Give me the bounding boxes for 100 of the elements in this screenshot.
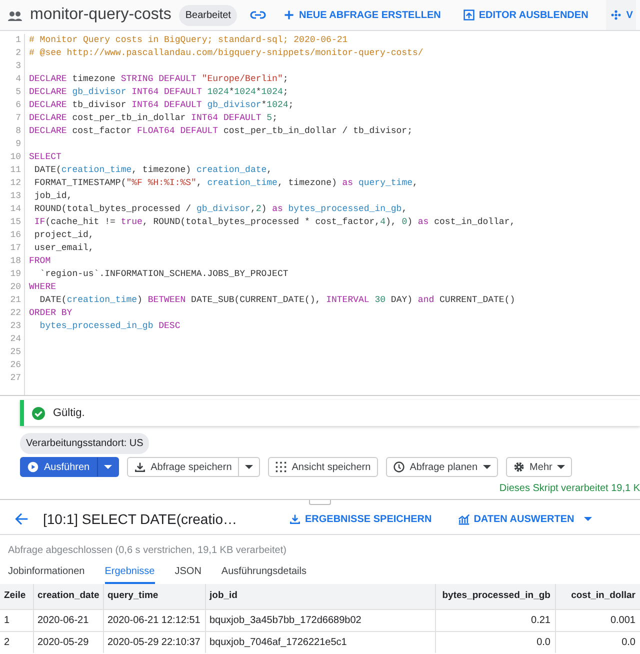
line-number: 26 xyxy=(9,359,21,372)
query-status: Abfrage abgeschlossen (0,6 s verstrichen, 19,1 KB verarbeitet) xyxy=(8,544,286,556)
script-info: Dieses Skript verarbeitet 19,1 K xyxy=(499,483,640,494)
column-header[interactable]: Zeile xyxy=(0,584,33,609)
line-number: 5 xyxy=(14,86,21,99)
code-line: # Monitor Query costs in BigQuery; standard-sql; 2020-06-21 xyxy=(28,34,349,47)
line-number: 12 xyxy=(9,177,21,190)
results-tab[interactable]: Ausführungsdetails xyxy=(221,561,306,584)
table-cell: 0.001 xyxy=(555,609,640,631)
run-button[interactable]: Ausführen xyxy=(20,457,97,477)
results-action-button[interactable]: DATEN AUSWERTEN xyxy=(454,512,596,526)
line-number: 9 xyxy=(14,138,21,151)
line-number: 23 xyxy=(9,320,21,333)
play-icon xyxy=(27,461,39,473)
toolbar-button[interactable]: Mehr xyxy=(506,457,572,477)
dots-icon xyxy=(610,9,622,21)
line-number: 8 xyxy=(14,125,21,138)
line-number: 4 xyxy=(14,73,21,86)
validation-text: Gültig. xyxy=(53,406,85,421)
more-button[interactable]: V xyxy=(606,0,636,30)
code-line: WHERE xyxy=(28,281,58,294)
line-number: 15 xyxy=(9,216,21,229)
download-icon xyxy=(134,461,146,473)
results-action-button[interactable]: ERGEBNISSE SPEICHERN xyxy=(285,512,436,526)
page-title: monitor-query-costs xyxy=(30,5,172,25)
code-line: IF(cache_hit != true, ROUND(total_bytes_processed * cost_factor,4), 0) as cost_in_dollar, xyxy=(33,216,516,229)
line-number: 1 xyxy=(14,34,21,47)
toolbar-button[interactable]: Abfrage speichern xyxy=(126,457,239,477)
line-number: 17 xyxy=(9,242,21,255)
code-line: project_id, xyxy=(33,229,95,242)
code-line: DATE(creation_time, timezone) creation_date, xyxy=(33,164,274,177)
column-header[interactable]: bytes_processed_in_gb xyxy=(435,584,555,609)
code-line: # @see http://www.pascallandau.com/bigquery-snippets/monitor-query-costs/ xyxy=(28,47,424,60)
line-number: 27 xyxy=(9,372,21,385)
line-number: 22 xyxy=(9,307,21,320)
column-header[interactable]: cost_in_dollar xyxy=(555,584,640,609)
resize-handle[interactable] xyxy=(309,500,331,504)
location-chip: Verarbeitungsstandort: US xyxy=(20,433,150,454)
line-number: 18 xyxy=(9,255,21,268)
code-line: `region-us`.INFORMATION_SCHEMA.JOBS_BY_PROJECT xyxy=(38,268,290,281)
line-number: 3 xyxy=(14,60,21,73)
code-editor[interactable] xyxy=(0,31,640,396)
code-line: SELECT xyxy=(28,151,62,164)
column-header[interactable]: job_id xyxy=(205,584,435,609)
column-header[interactable]: query_time xyxy=(103,584,205,609)
action-button[interactable]: EDITOR AUSBLENDEN xyxy=(458,8,592,22)
line-number: 16 xyxy=(9,229,21,242)
line-number: 11 xyxy=(9,164,21,177)
results-tab[interactable]: Jobinformationen xyxy=(8,561,85,584)
gear-icon xyxy=(512,461,525,473)
link-icon xyxy=(248,10,267,20)
line-number: 13 xyxy=(9,190,21,203)
table-cell: 2020-05-29 xyxy=(33,631,103,653)
toolbar-button[interactable]: Abfrage planen xyxy=(386,457,498,477)
dropdown-button[interactable] xyxy=(96,457,119,477)
back-arrow-icon xyxy=(14,512,29,526)
line-number: 21 xyxy=(9,294,21,307)
table-cell: bquxjob_7046af_1726221e5c1 xyxy=(205,631,435,653)
table-cell: 0.0 xyxy=(435,631,555,653)
table-cell: 2 xyxy=(0,631,33,653)
people-icon xyxy=(8,10,22,20)
line-number: 20 xyxy=(9,281,21,294)
code-line: bytes_processed_in_gb DESC xyxy=(38,320,182,333)
results-tab[interactable]: JSON xyxy=(174,561,202,584)
code-line: DECLARE cost_per_tb_in_dollar INT64 DEFAULT 5; xyxy=(28,112,278,125)
line-number: 10 xyxy=(9,151,21,164)
table-cell: bquxjob_3a45b7bb_172d6689b02 xyxy=(205,609,435,631)
table-cell: 2020-06-21 12:12:51 xyxy=(103,609,205,631)
clock-icon xyxy=(392,461,405,473)
upload-icon xyxy=(462,9,475,21)
toolbar-button[interactable]: Ansicht speichern xyxy=(268,457,378,477)
code-line: DECLARE gb_divisor INT64 DEFAULT 1024*1024*1024; xyxy=(28,86,290,99)
code-line: user_email, xyxy=(33,242,95,255)
table-cell: 0.21 xyxy=(435,609,555,631)
code-line: FROM xyxy=(28,255,52,268)
code-line: ROUND(total_bytes_processed / gb_divisor,2) as bytes_processed_in_gb, xyxy=(33,203,408,216)
line-number: 6 xyxy=(14,99,21,112)
code-line: ORDER BY xyxy=(28,307,74,320)
table-cell: 2020-06-21 xyxy=(33,609,103,631)
line-number: 25 xyxy=(9,346,21,359)
line-number: 7 xyxy=(14,112,21,125)
line-number: 14 xyxy=(9,203,21,216)
column-header[interactable]: creation_date xyxy=(33,584,103,609)
line-number: 2 xyxy=(14,47,21,60)
action-button[interactable]: NEUE ABFRAGE ERSTELLEN xyxy=(278,8,445,22)
plus-icon xyxy=(282,9,295,21)
code-line: job_id, xyxy=(33,190,74,203)
code-line: DECLARE cost_factor FLOAT64 DEFAULT cost_per_tb_in_dollar / tb_divisor; xyxy=(28,125,414,138)
code-line: DECLARE tb_divisor INT64 DEFAULT gb_divisor*1024; xyxy=(28,99,295,112)
table-cell: 1 xyxy=(0,609,33,631)
code-line: FORMAT_TIMESTAMP("%F %H:%I:%S", creation_time, timezone) as query_time, xyxy=(33,177,419,190)
results-title: [10:1] SELECT DATE(creatio… xyxy=(43,510,238,529)
status-chip: Bearbeitet xyxy=(179,4,237,26)
line-number: 24 xyxy=(9,333,21,346)
line-number: 19 xyxy=(9,268,21,281)
code-line: DECLARE timezone STRING DEFAULT "Europe/Berlin"; xyxy=(28,73,290,86)
grid-icon xyxy=(274,461,287,473)
download-icon xyxy=(289,513,301,525)
table-cell: 2020-05-29 22:10:37 xyxy=(103,631,205,653)
code-line: DATE(creation_time) BETWEEN DATE_SUB(CURRENT_DATE(), INTERVAL 30 DAY) and CURRENT_DATE() xyxy=(38,294,516,307)
